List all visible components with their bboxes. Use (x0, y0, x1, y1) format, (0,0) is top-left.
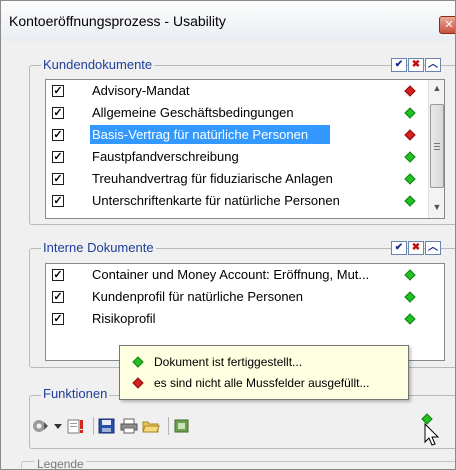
print-icon[interactable] (120, 418, 138, 434)
item-label: Container und Money Account: Eröffnung, … (92, 267, 370, 282)
status-green-icon (404, 195, 416, 207)
status-green-icon (404, 291, 416, 303)
status-green-icon (404, 151, 416, 163)
kunden-header-buttons: ✔ ✖ ︿ (391, 58, 441, 72)
status-green-icon (132, 356, 144, 368)
status-red-icon (404, 129, 416, 141)
item-checkbox[interactable]: ✓ (52, 107, 64, 119)
grip-line (434, 146, 440, 147)
item-checkbox[interactable]: ✓ (52, 129, 64, 141)
list-item[interactable]: ✓ Allgemeine Geschäftsbedingungen (46, 102, 430, 124)
list-item[interactable]: ✓ Container und Money Account: Eröffnung… (46, 264, 444, 286)
export-icon[interactable] (173, 418, 191, 434)
item-label: Allgemeine Geschäftsbedingungen (92, 105, 294, 120)
check-all-button[interactable]: ✔ (391, 241, 407, 255)
funktionen-legend: Funktionen (41, 386, 110, 401)
status-green-icon (404, 107, 416, 119)
item-label: Kundenprofil für natürliche Personen (92, 289, 304, 304)
item-label: Unterschriftenkarte für natürliche Perso… (92, 193, 340, 208)
close-button[interactable]: ✕ (439, 16, 455, 34)
tooltip-line-green: Dokument ist fertiggestellt... (154, 355, 303, 369)
status-red-icon (404, 85, 416, 97)
scroll-thumb[interactable] (430, 104, 444, 188)
save-icon[interactable] (98, 418, 116, 434)
status-red-icon (132, 377, 144, 389)
title-bar[interactable]: Kontoeröffnungsprozess - Usability ✕ (1, 1, 455, 41)
grip-line (434, 149, 440, 150)
toolbar-separator (168, 417, 169, 435)
item-label: Basis-Vertrag für natürliche Personen (92, 127, 309, 142)
item-checkbox[interactable]: ✓ (52, 313, 64, 325)
chevron-down-icon[interactable] (53, 418, 63, 434)
vertical-scrollbar[interactable]: ▲ ▼ (428, 80, 444, 218)
item-label: Treuhandvertrag für fiduziarische Anlage… (92, 171, 333, 186)
intern-header-buttons: ✔ ✖ ︿ (391, 241, 441, 255)
status-green-icon (404, 313, 416, 325)
dialog-window: Kontoeröffnungsprozess - Usability ✕ Kun… (0, 0, 456, 470)
toolbar-separator (93, 417, 94, 435)
kundendokumente-list[interactable]: ✓ Advisory-Mandat ✓ Allgemeine Geschäfts… (45, 79, 445, 219)
item-checkbox[interactable]: ✓ (52, 85, 64, 97)
tooltip-line-red: es sind nicht alle Mussfelder ausgefüllt… (154, 376, 370, 390)
interne-dokumente-legend: Interne Dokumente (41, 240, 156, 255)
list-item[interactable]: ✓ Treuhandvertrag für fiduziarische Anla… (46, 168, 430, 190)
collapse-button[interactable]: ︿ (425, 241, 441, 255)
check-all-button[interactable]: ✔ (391, 58, 407, 72)
list-item[interactable]: ✓ Risikoprofil (46, 308, 444, 330)
item-label: Risikoprofil (92, 311, 156, 326)
scroll-down-arrow-icon[interactable]: ▼ (429, 202, 444, 212)
funktionen-toolbar (31, 415, 195, 437)
item-checkbox[interactable]: ✓ (52, 195, 64, 207)
workflow-icon[interactable] (31, 418, 49, 434)
item-checkbox[interactable]: ✓ (52, 291, 64, 303)
list-item[interactable]: ✓ Unterschriftenkarte für natürliche Per… (46, 190, 430, 212)
legende-group (21, 461, 455, 469)
selection-highlight: Basis-Vertrag für natürliche Personen (90, 125, 330, 144)
item-checkbox[interactable]: ✓ (52, 269, 64, 281)
list-item[interactable]: ✓ Faustpfandverschreibung (46, 146, 430, 168)
list-item[interactable]: ✓ Advisory-Mandat (46, 80, 430, 102)
uncheck-all-button[interactable]: ✖ (408, 58, 424, 72)
item-label: Faustpfandverschreibung (92, 149, 239, 164)
uncheck-all-button[interactable]: ✖ (408, 241, 424, 255)
window-title: Kontoeröffnungsprozess - Usability (9, 13, 226, 29)
item-label: Advisory-Mandat (92, 83, 190, 98)
item-checkbox[interactable]: ✓ (52, 173, 64, 185)
list-item-selected[interactable]: ✓ Basis-Vertrag für natürliche Personen (46, 124, 430, 146)
document-warning-icon[interactable] (67, 418, 85, 434)
status-green-icon (404, 269, 416, 281)
status-green-icon (404, 173, 416, 185)
item-checkbox[interactable]: ✓ (52, 151, 64, 163)
folder-open-icon[interactable] (142, 418, 160, 434)
grip-line (434, 143, 440, 144)
status-tooltip: Dokument ist fertiggestellt... es sind n… (119, 345, 409, 400)
collapse-button[interactable]: ︿ (425, 58, 441, 72)
kundendokumente-legend: Kundendokumente (41, 57, 155, 72)
legende-legend: Legende (35, 457, 86, 470)
scroll-up-arrow-icon[interactable]: ▲ (429, 83, 444, 93)
list-item[interactable]: ✓ Kundenprofil für natürliche Personen (46, 286, 444, 308)
